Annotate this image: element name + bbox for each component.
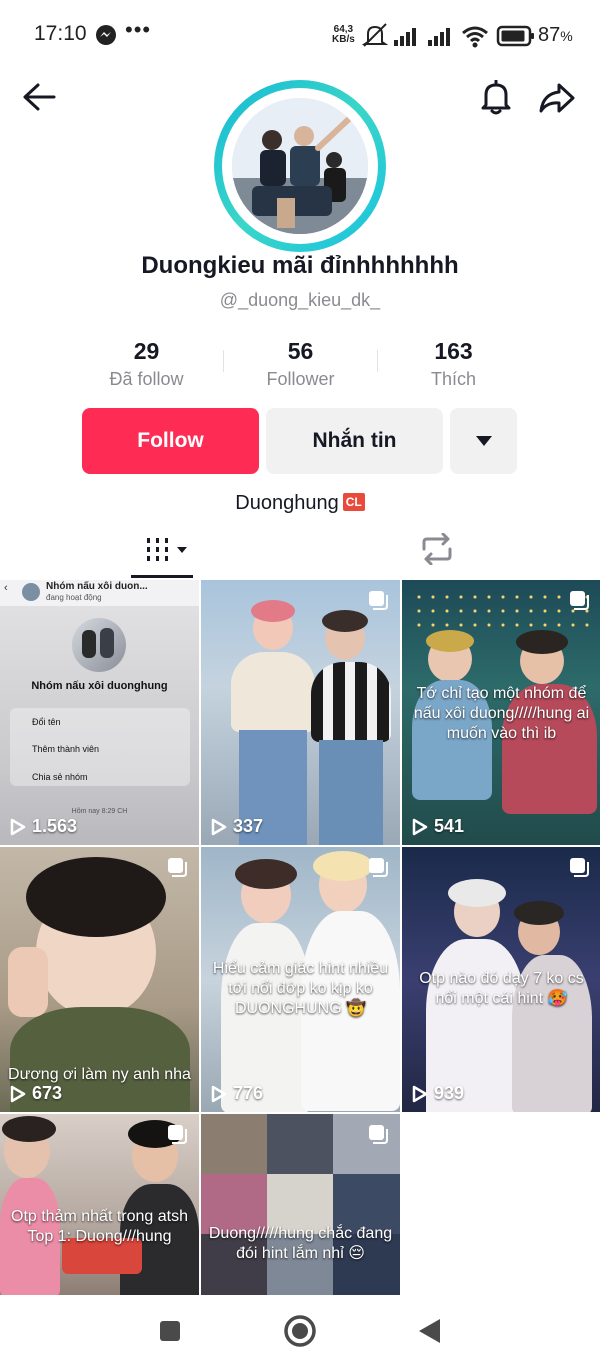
video-thumbnail[interactable]: Dương ơi làm ny anh nha 673 [0,847,199,1112]
signal-icon-2 [428,28,450,46]
video-thumbnail[interactable]: Otp thảm nhất trong atsh Top 1: Duong///… [0,1114,199,1295]
video-caption: Dương ơi làm ny anh nha [8,1066,191,1083]
username: @_duong_kieu_dk_ [219,290,381,310]
video-thumbnail[interactable]: Tớ chỉ tạo một nhóm để nấu xôi duong////… [402,580,600,845]
play-icon [211,1085,227,1102]
net-speed: 64,3 KB/s [332,24,355,45]
tab-videos[interactable] [131,525,193,578]
home-icon[interactable] [283,1314,317,1348]
back-arrow-icon[interactable] [22,82,56,112]
mute-icon [362,23,389,47]
view-count: 337 [211,816,263,837]
view-count: 673 [10,1083,62,1104]
signal-icon [394,28,416,46]
stat-following[interactable]: 29 Đã follow [70,338,223,390]
profile-stats: 29 Đã follow 56 Follower 163 Thích [70,338,530,398]
play-icon [10,1085,26,1102]
multi-photo-icon [168,858,187,877]
multi-photo-icon [369,591,388,610]
wifi-icon [462,26,488,48]
grid-bars-icon [147,538,187,561]
more-notifications-icon: ••• [125,17,152,42]
video-caption: Hiểu cảm giác hint nhiều tới nổi đớp ko … [212,960,389,1017]
follow-button[interactable]: Follow [82,408,259,474]
bio: Duonghung CL [0,492,600,515]
multi-photo-icon [168,1125,187,1144]
play-icon [10,818,26,835]
play-icon [412,1085,428,1102]
multi-photo-icon [369,1125,388,1144]
bell-icon[interactable] [480,80,512,116]
video-thumbnail[interactable]: Otp nào đó dạy 7 ko cs nổi một cái hint … [402,847,600,1112]
system-navigation-bar [0,1295,600,1367]
group-avatar [72,618,126,672]
battery-icon [496,25,534,47]
back-nav-icon[interactable] [416,1317,442,1345]
video-caption: Otp thảm nhất trong atsh Top 1: Duong///… [11,1208,188,1245]
message-button[interactable]: Nhắn tin [266,408,443,474]
video-caption: Duong/////hung chắc đang đói hint lắm nh… [208,1225,393,1262]
video-caption: Tớ chỉ tạo một nhóm để nấu xôi duong////… [413,685,590,742]
repost-icon [422,533,452,565]
chat-avatar-icon [22,583,40,601]
video-thumbnail[interactable]: Hiểu cảm giác hint nhiều tới nổi đớp ko … [201,847,400,1112]
video-thumbnail[interactable]: ‹ Nhóm nấu xôi duon... đang hoạt động Nh… [0,580,199,845]
stat-likes[interactable]: 163 Thích [377,338,530,390]
view-count: 1.563 [10,816,77,837]
messenger-icon [96,25,116,45]
suggested-accounts-button[interactable] [450,408,517,474]
recent-apps-icon[interactable] [158,1319,182,1343]
avatar-image [232,98,368,234]
play-icon [412,818,428,835]
multi-photo-icon [570,591,589,610]
tab-underline [131,575,193,578]
video-thumbnail[interactable]: 337 [201,580,400,845]
avatar[interactable] [214,80,386,252]
battery-percent: 87% [538,24,573,46]
bio-badge: CL [342,493,365,511]
tab-reposts[interactable] [410,525,466,575]
stat-followers[interactable]: 56 Follower [224,338,377,390]
multi-photo-icon [369,858,388,877]
profile-tabs [0,525,600,580]
caret-down-icon [475,436,492,446]
video-caption: Otp nào đó dạy 7 ko cs nổi một cái hint … [419,970,584,1007]
display-name: Duongkieu mãi đỉnhhhhhhh [141,252,459,279]
view-count: 776 [211,1083,263,1104]
video-thumbnail[interactable]: Duong/////hung chắc đang đói hint lắm nh… [201,1114,400,1295]
view-count: 541 [412,816,464,837]
status-icons [362,23,534,48]
view-count: 939 [412,1083,464,1104]
status-time: 17:10 [34,22,87,45]
status-bar: 17:10 ••• 64,3 KB/s 87% [0,0,600,72]
multi-photo-icon [570,858,589,877]
share-icon[interactable] [538,82,576,114]
play-icon [211,818,227,835]
